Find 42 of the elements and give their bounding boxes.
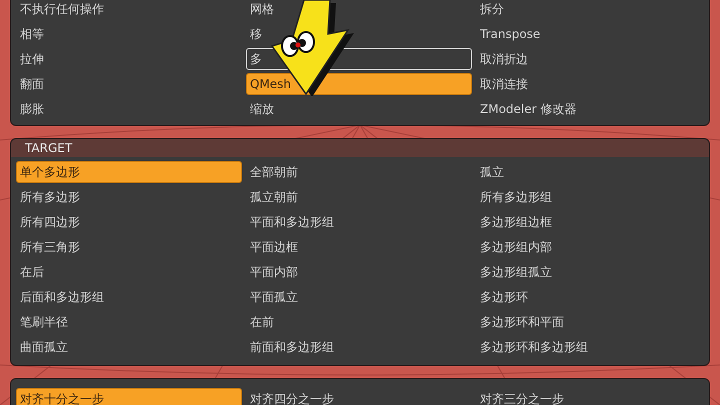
- menu-item[interactable]: 对齐三分之一步: [476, 388, 702, 405]
- menu-item[interactable]: 所有多边形组: [476, 186, 702, 208]
- menu-item[interactable]: 所有多边形: [16, 186, 242, 208]
- menu-item[interactable]: 取消连接: [476, 72, 702, 94]
- menu-item[interactable]: QMesh: [246, 72, 472, 94]
- menu-item[interactable]: 孤立: [476, 160, 702, 182]
- menu-item[interactable]: 对齐四分之一步: [246, 388, 472, 405]
- menu-item[interactable]: 多边形环: [476, 286, 702, 308]
- panel-header: TARGET: [11, 139, 709, 157]
- menu-item[interactable]: 多边形环和多边形组: [476, 336, 702, 358]
- menu-item[interactable]: 拉伸: [16, 48, 242, 70]
- menu-item[interactable]: 笔刷半径: [16, 310, 242, 332]
- menu-item[interactable]: 平面内部: [246, 260, 472, 282]
- menu-item[interactable]: 后面和多边形组: [16, 286, 242, 308]
- menu-item[interactable]: 在后: [16, 260, 242, 282]
- menu-item[interactable]: 取消折边: [476, 48, 702, 70]
- menu-item[interactable]: 翻面: [16, 72, 242, 94]
- menu-item[interactable]: 全部朝前: [246, 160, 472, 182]
- menu-item[interactable]: 多边形组内部: [476, 236, 702, 258]
- menu-item[interactable]: 平面边框: [246, 236, 472, 258]
- menu-item[interactable]: 缩放: [246, 98, 472, 120]
- menu-item[interactable]: 单个多边形: [16, 160, 242, 182]
- menu-item[interactable]: 多边形组孤立: [476, 260, 702, 282]
- menu-item[interactable]: ZModeler 修改器: [476, 98, 702, 120]
- menu-item[interactable]: Transpose: [476, 22, 702, 44]
- menu-item[interactable]: 平面和多边形组: [246, 210, 472, 232]
- menu-item[interactable]: 拆分: [476, 0, 702, 20]
- menu-item[interactable]: 曲面孤立: [16, 336, 242, 358]
- menu-item[interactable]: 在前: [246, 310, 472, 332]
- menu-item[interactable]: 所有四边形: [16, 210, 242, 232]
- menu-item[interactable]: 膨胀: [16, 98, 242, 120]
- menu-item[interactable]: 孤立朝前: [246, 186, 472, 208]
- menu-item[interactable]: 对齐十分之一步: [16, 388, 242, 405]
- menu-item[interactable]: 前面和多边形组: [246, 336, 472, 358]
- menu-item[interactable]: 多边形环和平面: [476, 310, 702, 332]
- menu-item[interactable]: 不执行任何操作: [16, 0, 242, 20]
- menu-item[interactable]: 相等: [16, 22, 242, 44]
- menu-item[interactable]: 多边形组边框: [476, 210, 702, 232]
- menu-item[interactable]: 网格: [246, 0, 472, 20]
- menu-item[interactable]: 平面孤立: [246, 286, 472, 308]
- menu-item[interactable]: 移: [246, 22, 472, 44]
- menu-item[interactable]: 所有三角形: [16, 236, 242, 258]
